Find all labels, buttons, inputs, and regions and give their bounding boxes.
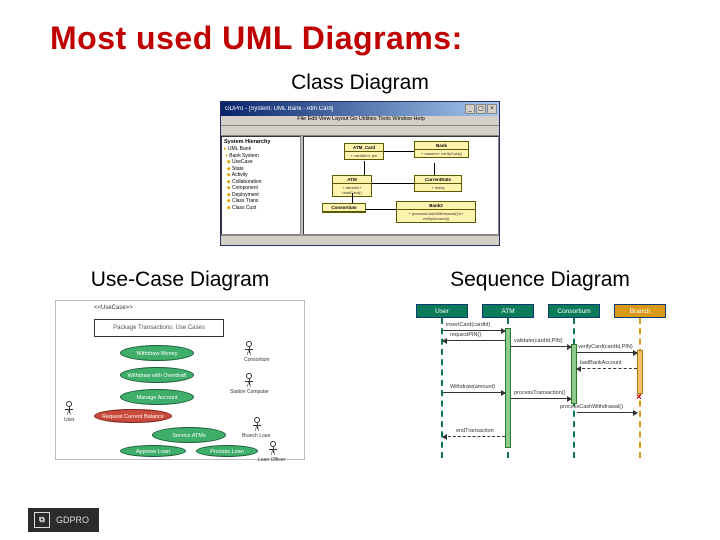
uml-class-name: Consortium	[323, 204, 365, 212]
tree-item: ◆ Class Cust	[224, 205, 298, 212]
message-label: insertCard(cardId)	[446, 322, 490, 328]
class-diagram-label: Class Diagram	[0, 71, 720, 95]
window-title: GDPro - [System: UML Bank - Atm Card]	[223, 106, 333, 112]
tree-header: System Hierarchy	[224, 139, 298, 146]
lifeline-head: User	[416, 304, 468, 318]
sequence-diagram: User ATM Consortium Branch insertCard(ca…	[410, 300, 670, 460]
uml-class-name: Bank2	[397, 202, 475, 210]
logo-icon: ⧉	[34, 512, 50, 528]
message-label: processCashWithdrawal()	[560, 404, 623, 410]
usecase-oval: Manage Account	[120, 389, 194, 405]
message-label: processTransaction()	[514, 390, 565, 396]
footer-logo: ⧉ GDPRO	[28, 508, 99, 532]
arrow-icon	[443, 392, 505, 393]
arrow-icon	[511, 346, 571, 347]
usecase-diagram-label: Use-Case Diagram	[0, 268, 360, 292]
arrow-icon	[511, 398, 571, 399]
usecase-oval: Withdraw with Overdraft	[120, 367, 194, 383]
status-bar	[221, 235, 499, 245]
arrow-icon	[577, 352, 637, 353]
window-toolbar	[221, 126, 499, 136]
uml-class-name: ATM_Card	[345, 144, 383, 152]
uml-class-name: ATM	[333, 176, 371, 184]
lifeline-head: Consortium	[548, 304, 600, 318]
usecase-oval: Withdraw Money	[120, 345, 194, 361]
arrow-icon	[443, 340, 505, 341]
actor-icon: /\ Loan Officer	[268, 441, 278, 463]
activation-bar	[637, 350, 643, 394]
uml-class-body: + cardId\n+ pin	[345, 152, 383, 159]
message-label: badBankAccount	[580, 360, 622, 366]
system-boundary: Package Transactions: Use Cases	[94, 319, 224, 337]
arrow-icon	[443, 436, 505, 437]
slide-title: Most used UML Diagrams:	[0, 0, 720, 67]
actor-icon: /\ Branch Loan	[252, 417, 262, 439]
usecase-oval: Process Loan	[196, 445, 258, 457]
uml-class-name: CurrentDate	[415, 176, 461, 184]
usecase-oval: Service ATMs	[152, 427, 226, 443]
diagram-canvas: ATM_Card + cardId\n+ pin Bank + name\n+ …	[303, 136, 499, 235]
activation-bar	[571, 344, 577, 404]
message-label: requestPIN()	[450, 332, 481, 338]
actor-icon: /\ Consortium	[244, 341, 254, 363]
minimize-icon: _	[465, 104, 475, 114]
actor-icon: /\ Station Computer	[244, 373, 254, 395]
window-menu: File Edit View Layout Go Utilities Tools…	[221, 116, 499, 126]
maximize-icon: ▢	[476, 104, 486, 114]
usecase-diagram: <<UseCase>> Package Transactions: Use Ca…	[55, 300, 305, 460]
logo-text: GDPRO	[56, 515, 89, 525]
arrow-icon	[443, 330, 505, 331]
arrow-icon	[577, 412, 637, 413]
message-label: verifyCard(cardId,PIN)	[578, 344, 633, 350]
close-icon: ×	[487, 104, 497, 114]
window-titlebar: GDPro - [System: UML Bank - Atm Card] _ …	[221, 102, 499, 116]
lifeline-head: Branch	[614, 304, 666, 318]
message-label: validate(cardId,PIN)	[514, 338, 563, 344]
message-label: Withdraw(amount)	[450, 384, 495, 390]
message-label: endTransaction	[456, 428, 494, 434]
uml-class-name: Bank	[415, 142, 468, 150]
usecase-header: <<UseCase>>	[94, 305, 133, 311]
lifeline-head: ATM	[482, 304, 534, 318]
usecase-oval-red: Request Current Balance	[94, 409, 172, 423]
uml-class-body: + today	[415, 184, 461, 191]
arrow-icon	[577, 368, 637, 369]
uml-class-body: + processCashWithdrawal()\n+ verifyAccou…	[397, 210, 475, 222]
tree-pane: System Hierarchy ▸ UML Bank ▾ Bank Syste…	[221, 136, 301, 235]
destroy-icon: ×	[636, 392, 642, 403]
uml-class-body: + name\n+ verifyCard()	[415, 150, 468, 157]
sequence-diagram-label: Sequence Diagram	[360, 268, 720, 292]
class-diagram-screenshot: GDPro - [System: UML Bank - Atm Card] _ …	[220, 101, 500, 246]
usecase-oval: Approve Loan	[120, 445, 186, 457]
actor-icon: /\ User	[64, 401, 74, 423]
